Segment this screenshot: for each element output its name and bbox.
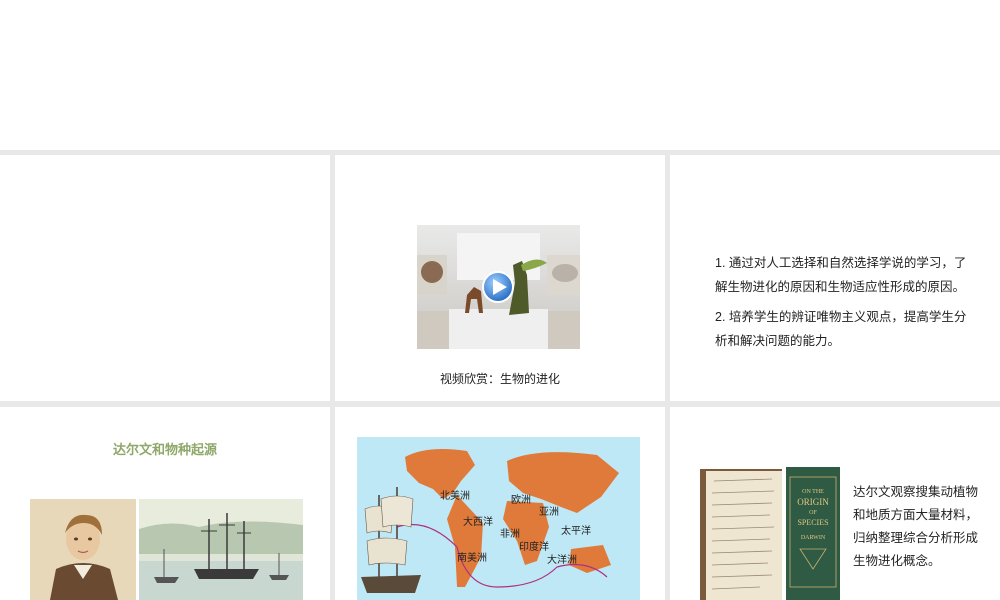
map-label-atlantic: 大西洋 <box>463 515 493 528</box>
darwin-description: 达尔文观察搜集动植物和地质方面大量材料，归纳整理综合分析形成生物进化概念。 <box>853 485 979 568</box>
map-label-europe: 欧洲 <box>511 494 531 506</box>
book-spine-line-1: ON THE <box>802 489 824 495</box>
world-voyage-map: 北美洲 欧洲 亚洲 大西洋 非洲 太平洋 印度洋 南美洲 大洋洲 <box>357 437 640 600</box>
slide-thumbnail-1[interactable] <box>0 155 330 401</box>
slide-thumbnail-4[interactable]: 达尔文和物种起源 <box>0 407 330 600</box>
map-label-south-america: 南美洲 <box>457 551 487 564</box>
slide-title: 达尔文和物种起源 <box>112 442 217 457</box>
map-label-africa: 非洲 <box>500 528 520 540</box>
book-spine-line-2: ORIGIN <box>797 497 829 507</box>
origin-of-species-book-image: ON THE ORIGIN OF SPECIES DARWIN <box>700 467 840 600</box>
map-label-pacific: 太平洋 <box>561 524 591 537</box>
map-label-asia: 亚洲 <box>539 506 559 518</box>
book-spine-line-5: DARWIN <box>801 535 826 541</box>
map-label-oceania: 大洋洲 <box>547 553 577 566</box>
map-label-indian-ocean: 印度洋 <box>519 540 549 553</box>
slide-thumbnail-3[interactable]: 1. 通过对人工选择和自然选择学说的学习，了解生物进化的原因和生物适应性形成的原… <box>670 155 1000 401</box>
objective-2: 2. 培养学生的辨证唯物主义观点，提高学生分析和解决问题的能力。 <box>715 310 967 348</box>
blank-header-area <box>0 0 1000 150</box>
objective-1: 1. 通过对人工选择和自然选择学说的学习，了解生物进化的原因和生物适应性形成的原… <box>715 256 967 294</box>
slide-thumbnail-6[interactable]: ON THE ORIGIN OF SPECIES DARWIN 达尔文观察搜集动… <box>670 407 1000 600</box>
learning-objectives: 1. 通过对人工选择和自然选择学说的学习，了解生物进化的原因和生物适应性形成的原… <box>715 251 970 359</box>
book-spine-line-4: SPECIES <box>797 518 828 527</box>
video-caption: 视频欣赏：生物的进化 <box>439 372 560 386</box>
slide-thumbnail-2[interactable]: 视频欣赏：生物的进化 <box>335 155 665 401</box>
slide-thumbnail-5[interactable]: 北美洲 欧洲 亚洲 大西洋 非洲 太平洋 印度洋 南美洲 大洋洲 <box>335 407 665 600</box>
darwin-portrait-image <box>30 499 136 600</box>
book-spine-line-3: OF <box>809 510 817 516</box>
beagle-ship-image <box>139 499 303 600</box>
evolution-video-thumbnail[interactable] <box>417 225 580 349</box>
map-label-north-america: 北美洲 <box>440 489 470 502</box>
